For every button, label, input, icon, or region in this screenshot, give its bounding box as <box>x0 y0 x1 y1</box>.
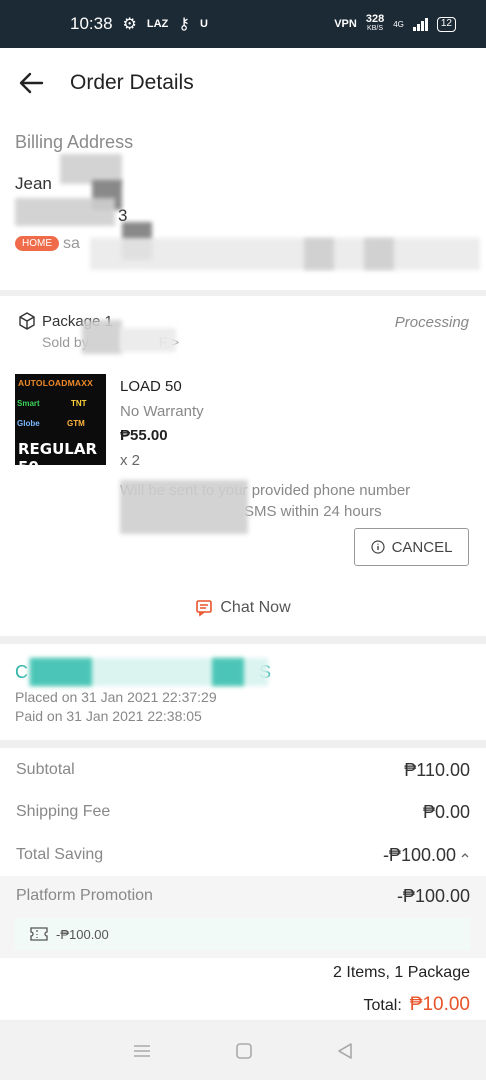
system-navigation-bar <box>0 1022 486 1080</box>
order-total: Total: ₱10.00 <box>363 994 470 1015</box>
billing-address-label: Billing Address <box>15 132 134 152</box>
clock: 10:38 <box>70 14 113 33</box>
redaction-blur <box>120 480 248 534</box>
home-badge: HOME <box>15 236 59 251</box>
product-name[interactable]: LOAD 50 <box>120 378 182 395</box>
product-price: ₱55.00 <box>120 427 168 444</box>
app-header: Order Details <box>0 48 486 118</box>
key-icon: ⚷ <box>178 16 190 33</box>
redaction-blur <box>304 238 334 270</box>
billing-address-section: Billing Address Jean 3 HOME sa <box>0 118 486 290</box>
order-summary-section: Subtotal ₱110.00 Shipping Fee ₱0.00 Tota… <box>0 748 486 1020</box>
home-icon[interactable] <box>235 1042 253 1060</box>
battery-icon: 12 <box>436 16 456 32</box>
info-icon <box>370 540 385 554</box>
package-box-icon <box>19 312 35 330</box>
billing-address-text: sa <box>63 235 80 252</box>
collapse-chevron-icon[interactable] <box>460 850 470 860</box>
chat-icon <box>196 600 213 617</box>
platform-promotion-value: -₱100.00 <box>396 885 470 906</box>
app-u-icon: U <box>200 18 208 30</box>
shipping-fee-value: ₱0.00 <box>422 801 470 822</box>
redaction-blur <box>15 198 115 226</box>
promotion-detail: Platform Promotion -₱100.00 -₱100.00 <box>0 876 486 958</box>
cancel-button[interactable]: CANCEL <box>354 528 469 566</box>
page-title: Order Details <box>70 71 194 94</box>
redaction-blur <box>30 658 92 686</box>
redaction-blur <box>90 238 480 270</box>
billing-name: Jean <box>15 174 52 193</box>
signal-icon <box>412 17 428 31</box>
order-info-section: C S Placed on 31 Jan 2021 22:37:29 Paid … <box>0 644 486 740</box>
vpn-icon: VPN <box>334 18 357 30</box>
voucher-ticket-icon <box>30 927 48 941</box>
redaction-blur <box>120 328 176 352</box>
placed-date: Placed on 31 Jan 2021 22:37:29 <box>15 689 217 705</box>
settings-icon: ⚙ <box>122 16 137 33</box>
package-status: Processing <box>394 314 469 331</box>
recent-apps-icon[interactable] <box>132 1043 152 1059</box>
platform-promotion-row: Platform Promotion -₱100.00 <box>16 885 470 906</box>
redaction-blur <box>364 238 394 270</box>
items-count: 2 Items, 1 Package <box>333 964 470 981</box>
total-saving-row[interactable]: Total Saving -₱100.00 <box>0 835 486 875</box>
redaction-blur <box>82 320 122 354</box>
lazada-notification-icon: LAZ <box>146 18 169 30</box>
subtotal-value: ₱110.00 <box>404 759 470 780</box>
net-speed: 328 KB/S <box>365 13 385 33</box>
chat-now-button[interactable]: Chat Now <box>0 589 486 627</box>
paid-date: Paid on 31 Jan 2021 22:38:05 <box>15 708 202 724</box>
network-type: 4G <box>393 19 404 29</box>
product-image[interactable]: AUTOLOADMAXX Smart TNT Globe GTM REGULAR… <box>15 374 106 465</box>
back-nav-icon[interactable] <box>336 1042 354 1060</box>
package-section: Package 1 Sold by F > Processing AUTOLOA… <box>0 296 486 636</box>
product-quantity: x 2 <box>120 452 141 469</box>
voucher-chip: -₱100.00 <box>15 918 470 950</box>
redaction-blur <box>212 658 244 686</box>
subtotal-row: Subtotal ₱110.00 <box>16 759 470 780</box>
shipping-fee-row: Shipping Fee ₱0.00 <box>16 801 470 822</box>
back-arrow-icon[interactable] <box>18 70 44 96</box>
total-saving-value: -₱100.00 <box>382 844 456 865</box>
product-warranty: No Warranty <box>120 403 204 420</box>
order-total-value: ₱10.00 <box>409 994 470 1015</box>
status-bar: 10:38 ⚙ LAZ ⚷ U VPN 328 KB/S 4G 12 <box>0 0 486 48</box>
